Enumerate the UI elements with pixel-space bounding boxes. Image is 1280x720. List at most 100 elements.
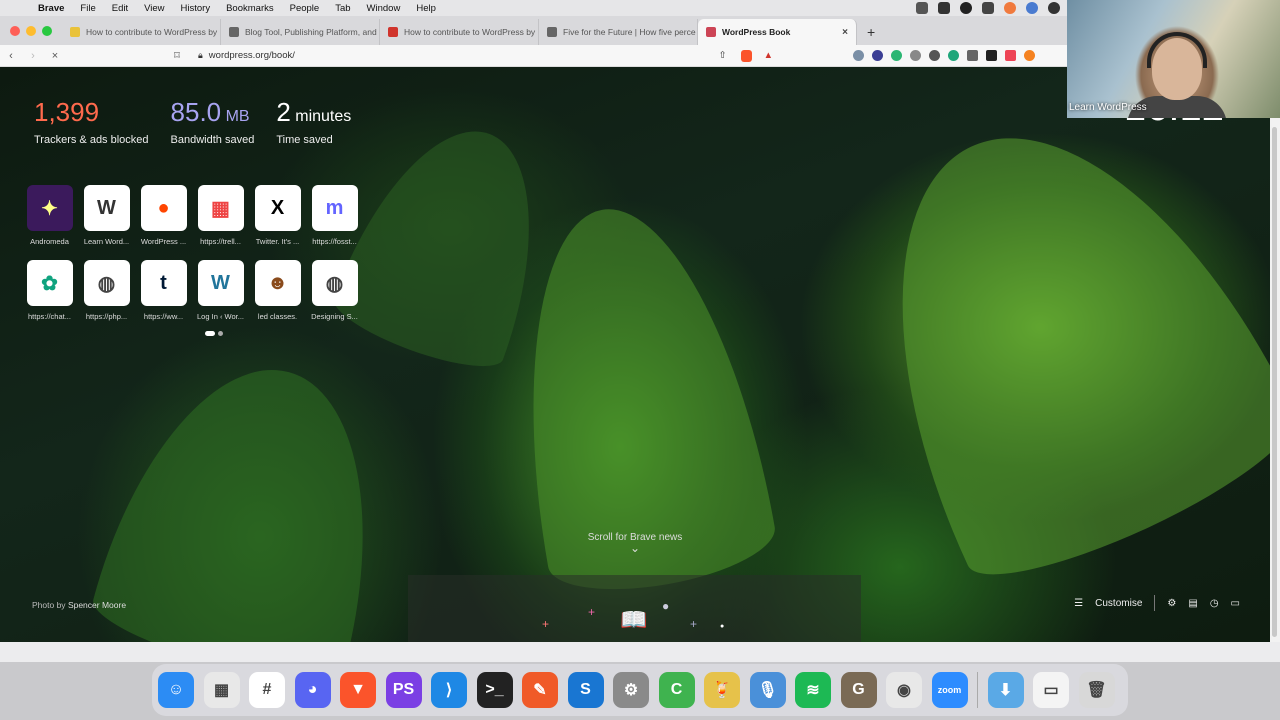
- zoom-icon[interactable]: zoom: [931, 672, 968, 708]
- sketch-icon[interactable]: ✎: [522, 672, 558, 708]
- extension-icon[interactable]: [872, 50, 883, 61]
- close-window-button[interactable]: [10, 26, 20, 36]
- menu-item-history[interactable]: History: [173, 3, 219, 14]
- webcam-label: Learn WordPress: [1069, 102, 1147, 113]
- cocktail-icon[interactable]: 🍹: [704, 672, 740, 708]
- browser-tab[interactable]: How to contribute to WordPress by: [62, 19, 221, 45]
- tray-icon[interactable]: [1026, 2, 1038, 14]
- browser-tab[interactable]: Five for the Future | How five perce: [539, 19, 698, 45]
- top-site-tile[interactable]: ◍ Designing S...: [311, 260, 358, 321]
- launchpad-icon[interactable]: ▦: [203, 672, 240, 708]
- new-tab-button[interactable]: +: [857, 24, 885, 45]
- trash-icon[interactable]: 🗑: [1078, 672, 1115, 708]
- back-icon[interactable]: ‹: [0, 50, 22, 62]
- video-call-icon[interactable]: ▭: [1231, 598, 1240, 609]
- chrome-icon[interactable]: ◉: [886, 672, 922, 708]
- spotify-icon[interactable]: ≋: [795, 672, 831, 708]
- forward-icon[interactable]: ›: [22, 50, 44, 62]
- top-site-tile[interactable]: X Twitter. It's ...: [254, 185, 301, 246]
- trackers-label: Trackers & ads blocked: [34, 134, 149, 146]
- photo-credit-author[interactable]: Spencer Moore: [68, 600, 126, 610]
- top-site-tile[interactable]: ✿ https://chat...: [26, 260, 73, 321]
- tab-title: WordPress Book: [722, 27, 791, 37]
- scrollbar-thumb[interactable]: [1272, 127, 1277, 637]
- menu-item-bookmarks[interactable]: Bookmarks: [218, 3, 282, 14]
- top-site-tile[interactable]: ☻ led classes.: [254, 260, 301, 321]
- menu-item-brave[interactable]: Brave: [30, 3, 72, 14]
- menu-item-people[interactable]: People: [282, 3, 328, 14]
- top-site-tile[interactable]: W Learn Word...: [83, 185, 130, 246]
- tray-icon[interactable]: [916, 2, 928, 14]
- scroll-for-news[interactable]: Scroll for Brave news ⌄: [560, 532, 710, 554]
- top-site-tile[interactable]: ● WordPress ...: [140, 185, 187, 246]
- terminal-icon[interactable]: >_: [476, 672, 513, 708]
- menu-item-help[interactable]: Help: [408, 3, 444, 14]
- menu-item-tab[interactable]: Tab: [327, 3, 358, 14]
- extension-icon[interactable]: [910, 50, 921, 61]
- tray-icon[interactable]: [938, 2, 950, 14]
- extension-icon[interactable]: [967, 50, 978, 61]
- window-bottom-edge: [0, 642, 1280, 662]
- browser-tab[interactable]: WordPress Book ×: [698, 19, 857, 45]
- microphone-icon[interactable]: 🎙: [749, 672, 786, 708]
- top-site-name: https://php...: [85, 312, 128, 321]
- history-icon[interactable]: ◷: [1210, 598, 1219, 609]
- zoom-window-button[interactable]: [42, 26, 52, 36]
- top-site-tile[interactable]: ▦ https://trell...: [197, 185, 244, 246]
- menu-item-file[interactable]: File: [72, 3, 103, 14]
- browser-toolbar: ‹ › × ⌑ 🔒︎ wordpress.org/book/ ⇧ ▲: [0, 45, 1067, 67]
- extension-icon[interactable]: [1024, 50, 1035, 61]
- menu-item-view[interactable]: View: [136, 3, 172, 14]
- system-preferences-icon[interactable]: ⚙: [613, 672, 649, 708]
- stop-reload-icon[interactable]: ×: [44, 50, 66, 62]
- menu-item-window[interactable]: Window: [359, 3, 409, 14]
- brave-icon[interactable]: ▼: [340, 672, 376, 708]
- scrollbar[interactable]: [1270, 67, 1280, 642]
- extension-icon[interactable]: [1005, 50, 1016, 61]
- brave-shields-icon[interactable]: [740, 49, 752, 62]
- shazam-icon[interactable]: S: [567, 672, 604, 708]
- top-site-tile[interactable]: ◍ https://php...: [83, 260, 130, 321]
- camtasia-icon[interactable]: C: [658, 672, 695, 708]
- top-site-tile[interactable]: ✦ Andromeda: [26, 185, 73, 246]
- extension-icon[interactable]: [929, 50, 940, 61]
- sparkle-icon: ●: [720, 623, 725, 630]
- address-bar[interactable]: 🔒︎ wordpress.org/book/ ⇧ ▲: [198, 47, 773, 65]
- extension-icon[interactable]: [891, 50, 902, 61]
- vscode-icon[interactable]: ⟩: [431, 672, 467, 708]
- top-site-tile[interactable]: W Log In ‹ Wor...: [197, 260, 244, 321]
- window-preview-icon[interactable]: ▭: [1033, 672, 1069, 708]
- gimp-icon[interactable]: G: [840, 672, 877, 708]
- settings-icon[interactable]: ⚙: [1167, 598, 1176, 609]
- extension-icon[interactable]: [948, 50, 959, 61]
- top-site-tile[interactable]: t https://ww...: [140, 260, 187, 321]
- share-icon[interactable]: ⇧: [719, 50, 727, 61]
- pager-dot[interactable]: [218, 331, 223, 336]
- tray-icon[interactable]: [1004, 2, 1016, 14]
- slack-icon[interactable]: #: [249, 672, 285, 708]
- phpstorm-icon[interactable]: PS: [385, 672, 422, 708]
- brave-rewards-icon[interactable]: ▲: [764, 50, 773, 61]
- extension-icon[interactable]: [853, 50, 864, 61]
- brave-news-peek[interactable]: + + ● + ● 📖: [408, 575, 861, 642]
- close-tab-icon[interactable]: ×: [842, 27, 848, 38]
- minimize-window-button[interactable]: [26, 26, 36, 36]
- browser-tab[interactable]: Blog Tool, Publishing Platform, and: [221, 19, 380, 45]
- tray-icon[interactable]: [960, 2, 972, 14]
- tray-icon[interactable]: [1048, 2, 1060, 14]
- webcam-overlay: Learn WordPress: [1067, 0, 1280, 118]
- top-sites-pager[interactable]: [205, 331, 223, 336]
- menu-item-edit[interactable]: Edit: [104, 3, 136, 14]
- discord-icon[interactable]: ◕: [294, 672, 331, 708]
- bookmarks-icon[interactable]: ▤: [1188, 598, 1197, 609]
- tray-icon[interactable]: [982, 2, 994, 14]
- browser-tab[interactable]: How to contribute to WordPress by: [380, 19, 539, 45]
- finder-icon[interactable]: ☺: [158, 672, 194, 708]
- bookmark-icon[interactable]: ⌑: [166, 49, 188, 62]
- extension-icon[interactable]: [986, 50, 997, 61]
- galaxy-icon: ✦: [26, 185, 73, 231]
- pager-dot-active[interactable]: [205, 331, 215, 336]
- top-site-tile[interactable]: m https://fosst...: [311, 185, 358, 246]
- customise-button[interactable]: Customise: [1095, 598, 1142, 609]
- downloads-icon[interactable]: ⬇: [987, 672, 1024, 708]
